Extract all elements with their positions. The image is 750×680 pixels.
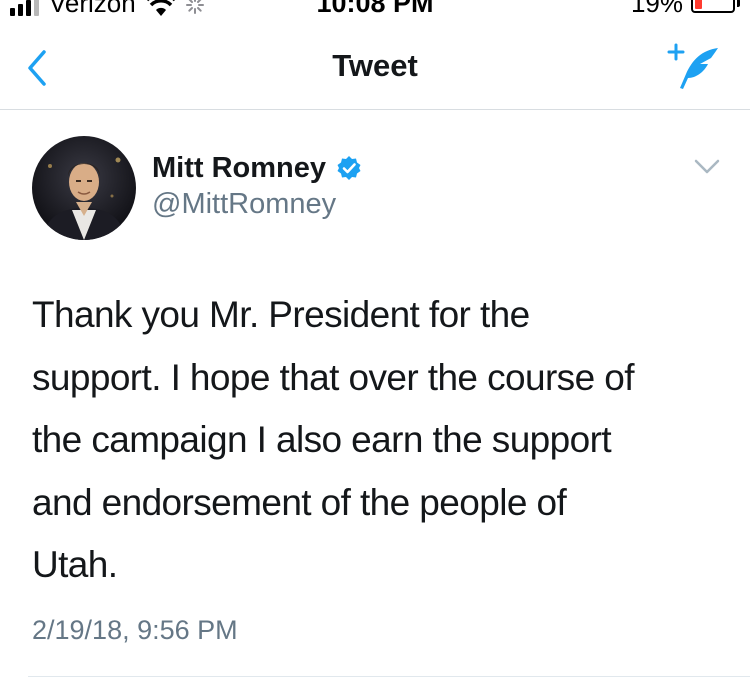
tweet-timestamp: 2/19/18, 9:56 PM: [32, 615, 238, 645]
author-name-label: Mitt Romney: [152, 152, 326, 184]
battery-icon: [691, 0, 735, 13]
avatar-photo: [32, 136, 136, 240]
status-right: 19%: [631, 0, 740, 18]
nav-bar: Tweet: [0, 22, 750, 110]
tweet-text: Thank you Mr. President for the support.…: [32, 294, 634, 585]
author-handle[interactable]: @MittRomney: [152, 186, 336, 222]
page-title: Tweet: [332, 48, 418, 83]
avatar[interactable]: [32, 136, 136, 240]
chevron-down-icon[interactable]: [694, 158, 720, 176]
verified-badge-icon: [337, 156, 361, 180]
status-bar: Verizon 10:08 PM 19%: [0, 0, 750, 22]
battery-fill: [695, 0, 702, 9]
battery-percent: 19%: [630, 0, 683, 18]
author-name[interactable]: Mitt Romney: [152, 150, 362, 186]
compose-tweet-icon[interactable]: [666, 42, 722, 92]
battery-tip: [737, 0, 740, 7]
divider: [28, 676, 750, 677]
